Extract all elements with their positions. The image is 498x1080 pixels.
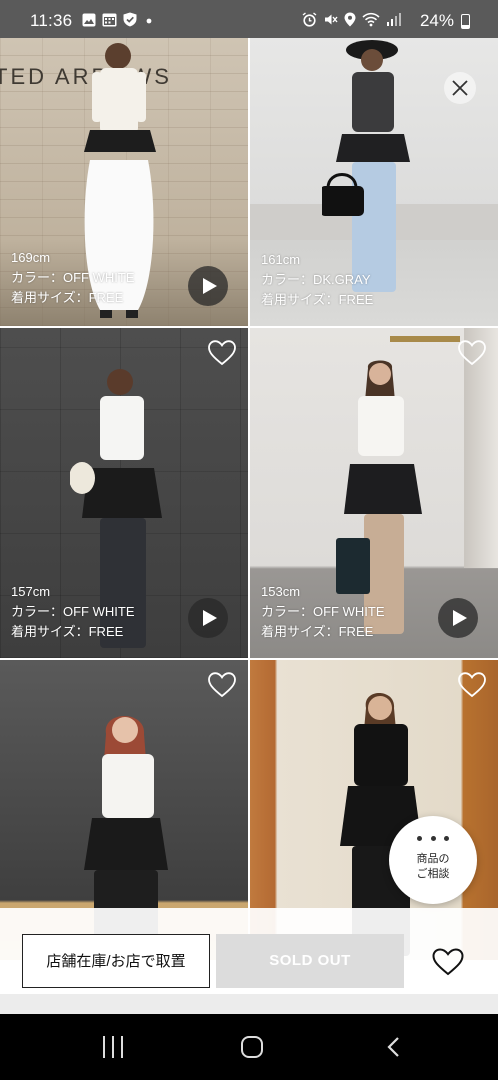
shield-icon [123,12,137,27]
model-color: カラー：OFF WHITE [11,270,135,285]
mute-icon [325,14,338,25]
model-size: 着用サイズ：FREE [261,624,374,639]
close-icon [452,80,468,96]
wall-shelf [390,336,460,342]
close-button[interactable] [444,72,476,104]
model-size: 着用サイズ：FREE [11,624,124,639]
location-icon [344,12,356,27]
model-height: 157cm [11,584,51,599]
status-bar: 11:36 24% [0,0,498,38]
dot-icon [146,18,152,23]
consult-label-line2: ご相談 [416,868,450,880]
status-time: 11:36 [30,11,73,30]
model-color: カラー：OFF WHITE [11,604,135,619]
styling-tile-2[interactable]: 161cm カラー：DK.GRAY 着用サイズ：FREE [250,38,498,326]
heart-icon[interactable] [458,340,486,366]
favorite-heart-icon[interactable] [432,948,464,976]
store-stock-reserve-button[interactable]: 店舗在庫/お店で取置 [22,934,210,988]
styling-tile-4[interactable]: 153cm カラー：OFF WHITE 着用サイズ：FREE [250,328,498,658]
model-height: 169cm [11,250,51,265]
model-size: 着用サイズ：FREE [261,292,374,307]
android-nav-bar [0,1014,498,1080]
recent-apps-icon[interactable] [103,1036,123,1058]
styling-tile-1[interactable]: TED ARROWS 169cm カラー：OFF WHITE 着用サイズ：FRE… [0,38,248,326]
model-color: カラー：OFF WHITE [261,604,385,619]
home-icon[interactable] [241,1036,263,1058]
play-video-button[interactable] [188,598,228,638]
model-height: 153cm [261,584,301,599]
heart-icon[interactable] [208,340,236,366]
product-consult-button[interactable]: 商品の ご相談 [389,816,477,904]
content-strip [0,994,498,1014]
more-dots-icon [417,836,449,842]
play-video-button[interactable] [438,598,478,638]
battery-percent: 24% [419,11,454,30]
battery-icon [461,14,470,29]
signal-icon [387,13,401,26]
back-icon[interactable] [384,1036,406,1058]
model-height: 161cm [261,252,301,267]
model-size: 着用サイズ：FREE [11,290,124,305]
calendar-icon [102,13,117,27]
styling-tile-3[interactable]: 157cm カラー：OFF WHITE 着用サイズ：FREE [0,328,248,658]
wifi-icon [362,12,380,27]
heart-icon[interactable] [458,672,486,698]
purchase-action-bar: 店舗在庫/お店で取置 SOLD OUT [0,908,498,994]
consult-label-line1: 商品の [416,853,450,865]
gallery-icon [82,13,96,26]
heart-icon[interactable] [208,672,236,698]
model-color: カラー：DK.GRAY [261,272,371,287]
sold-out-button: SOLD OUT [216,934,404,988]
play-video-button[interactable] [188,266,228,306]
alarm-icon [302,12,317,27]
